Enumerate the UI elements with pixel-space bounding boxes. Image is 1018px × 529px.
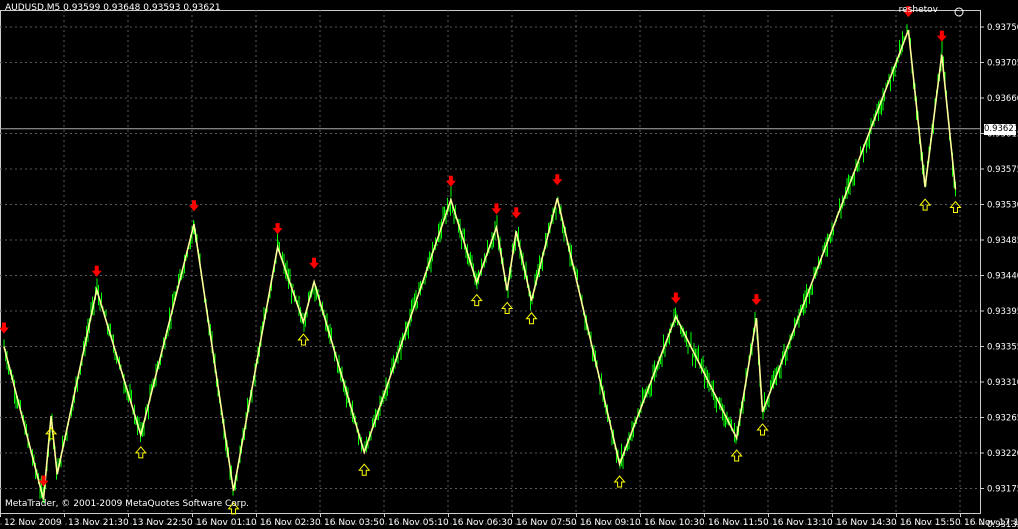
buy-arrow-icon (525, 311, 538, 325)
x-tick-label: 16 Nov 02:30 (260, 518, 321, 528)
buy-arrow-icon (949, 200, 962, 214)
y-tick-label: 0.93265 (987, 414, 1018, 424)
y-tick-label: 0.93310 (987, 378, 1018, 388)
y-tick-label: 0.93355 (987, 343, 1018, 353)
copyright-label: MetaTrader, © 2001-2009 MetaQuotes Softw… (5, 499, 250, 509)
y-tick-label: 0.93175 (987, 485, 1018, 495)
symbol-info-label: AUDUSD,M5 0.93599 0.93648 0.93593 0.9362… (5, 3, 221, 13)
sell-arrow-icon (511, 207, 522, 219)
price-chart[interactable]: 0.937500.937050.936600.936150.935750.935… (0, 0, 1018, 529)
sell-arrow-icon (0, 322, 9, 334)
sell-arrow-icon (552, 174, 563, 186)
buy-arrow-icon (756, 423, 769, 436)
smiley-icon (954, 7, 964, 17)
x-tick-label: 16 Nov 13:10 (772, 518, 833, 528)
sell-arrow-icon (445, 175, 456, 187)
x-tick-label: 16 Nov 10:30 (644, 518, 705, 528)
y-tick-label: 0.93750 (987, 23, 1018, 33)
x-tick-label: 12 Nov 2009 (4, 518, 62, 528)
buy-arrow-icon (45, 427, 58, 440)
sell-arrow-icon (309, 257, 320, 269)
x-tick-label: 16 Nov 17:10 (964, 518, 1018, 528)
buy-arrow-icon (730, 449, 743, 462)
buy-arrow-icon (613, 475, 626, 488)
y-tick-label: 0.93220 (987, 449, 1018, 459)
x-tick-label: 16 Nov 05:10 (388, 518, 449, 528)
buy-arrow-icon (470, 293, 483, 307)
x-tick-label: 16 Nov 07:50 (516, 518, 577, 528)
x-tick-label: 16 Nov 09:10 (580, 518, 641, 528)
sell-arrow-icon (189, 200, 199, 212)
y-tick-label: 0.93485 (987, 236, 1018, 246)
chart-frame (0, 10, 981, 514)
sell-arrow-icon (936, 30, 947, 42)
sell-arrow-icon (670, 292, 681, 304)
x-tick-label: 16 Nov 06:30 (452, 518, 513, 528)
y-tick-label: 0.93660 (987, 94, 1018, 104)
author-label: reshetov (898, 5, 938, 15)
y-tick-label: 0.93440 (987, 272, 1018, 282)
y-tick-label: 0.93575 (987, 165, 1018, 175)
buy-arrow-icon (358, 463, 371, 476)
x-tick-label: 16 Nov 14:30 (836, 518, 897, 528)
current-price-label: 0.93621 (984, 124, 1018, 135)
x-tick-label: 13 Nov 21:30 (68, 518, 129, 528)
y-tick-label: 0.93395 (987, 307, 1018, 317)
y-tick-label: 0.93530 (987, 201, 1018, 211)
sell-arrow-icon (751, 294, 762, 306)
x-tick-label: 16 Nov 03:50 (324, 518, 385, 528)
x-tick-label: 13 Nov 22:50 (132, 518, 193, 528)
sell-arrow-icon (491, 203, 502, 215)
buy-arrow-icon (297, 333, 310, 346)
x-tick-label: 16 Nov 11:50 (708, 518, 769, 528)
sell-arrow-icon (272, 223, 283, 235)
x-tick-label: 16 Nov 15:50 (900, 518, 961, 528)
zigzag-line (3, 29, 957, 500)
x-tick-label: 16 Nov 01:10 (196, 518, 257, 528)
buy-arrow-icon (501, 301, 514, 314)
buy-arrow-icon (134, 446, 147, 459)
y-tick-label: 0.93705 (987, 59, 1018, 69)
